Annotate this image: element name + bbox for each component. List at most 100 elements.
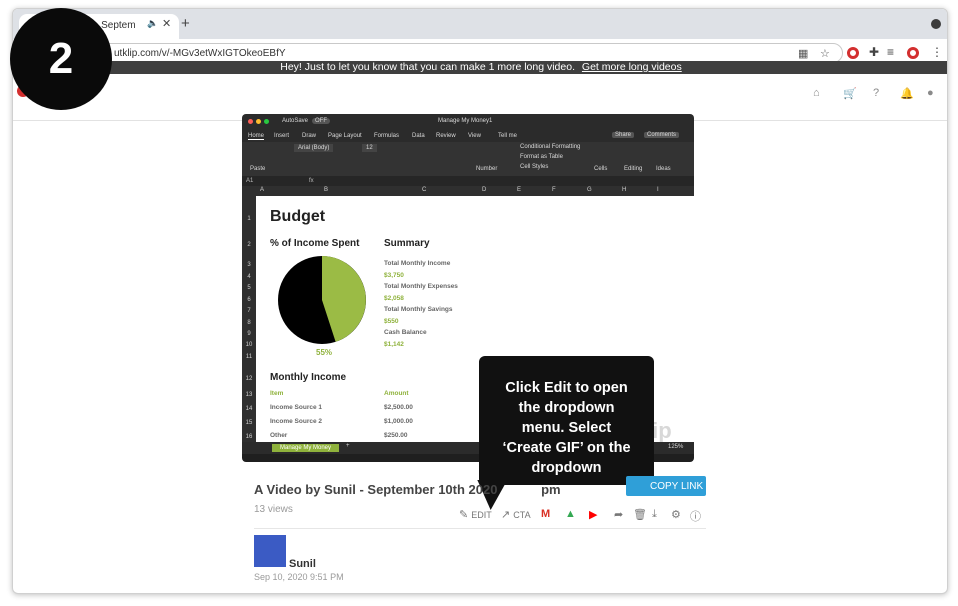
- ribbon-tab: Page Layout: [328, 133, 362, 139]
- tell-me: Tell me: [498, 133, 518, 139]
- row-number: 2: [247, 242, 251, 248]
- column-header: A: [260, 187, 265, 193]
- bookmark-star-icon[interactable]: ☆: [820, 47, 830, 60]
- summary-label: Total Monthly Savings: [384, 306, 453, 313]
- cells-label: Cells: [594, 166, 608, 172]
- column-header: F: [552, 187, 556, 193]
- format-as-table: Format as Table: [520, 154, 563, 160]
- table-header-amount: Amount: [384, 390, 409, 397]
- row-number: 3: [247, 262, 251, 268]
- video-title: A Video by Sunil - September 10th 2020 p…: [254, 482, 561, 497]
- tooltip-callout: Click Edit to open the dropdown menu. Se…: [479, 356, 654, 485]
- tooltip-line: Click Edit to open: [505, 380, 628, 396]
- pie-chart: [278, 256, 366, 344]
- column-header: G: [587, 187, 592, 193]
- youtube-icon[interactable]: ▶: [589, 508, 597, 521]
- font-size: 12: [362, 144, 377, 152]
- row-headers: 1 2 3 4 5 6 7 8 9 10 11 12 13 14 15 16: [242, 196, 256, 442]
- table-header-item: Item: [270, 390, 284, 397]
- extension-record-icon[interactable]: [847, 47, 859, 59]
- column-header: D: [482, 187, 487, 193]
- qr-code-icon[interactable]: ▦: [798, 47, 808, 60]
- speaker-icon[interactable]: 🔈: [147, 18, 158, 29]
- video-title-text: A Video by Sunil - September 10th 2020: [254, 482, 498, 497]
- address-bar[interactable]: utklip.com/v/-MGv3etWxIGTOkeoEBfY ▦ ☆: [73, 43, 843, 63]
- profile-avatar-icon[interactable]: [907, 47, 919, 59]
- banner-text: Hey! Just to let you know that you can m…: [280, 61, 575, 73]
- comments-button: Comments: [644, 132, 680, 138]
- download-icon[interactable]: ⤓: [652, 508, 657, 521]
- editing-label: Editing: [624, 166, 643, 172]
- tab-close-icon[interactable]: ✕: [162, 17, 171, 30]
- media-queue-icon[interactable]: ≡: [887, 45, 894, 59]
- excel-title-bar: AutoSave OFF Manage My Money1: [242, 114, 694, 130]
- home-icon[interactable]: ⌂: [813, 87, 820, 99]
- edit-label: EDIT: [471, 510, 492, 520]
- banner-link[interactable]: Get more long videos: [582, 61, 682, 73]
- monthly-income-heading: Monthly Income: [270, 372, 347, 383]
- copy-link-button[interactable]: COPY LINK: [626, 476, 706, 496]
- autosave-label: AutoSave: [282, 118, 309, 124]
- video-title-suffix: pm: [541, 482, 561, 497]
- summary-label: Total Monthly Expenses: [384, 283, 458, 290]
- close-dot-icon: [248, 119, 253, 124]
- minimize-dot-icon: [256, 119, 261, 124]
- font-name: Arial (Body): [294, 144, 334, 152]
- info-icon[interactable]: ⓘ: [690, 508, 701, 524]
- summary-value: $1,142: [384, 341, 404, 348]
- excel-ribbon-tabs: Home Insert Draw Page Layout Formulas Da…: [242, 130, 694, 142]
- add-sheet-icon: +: [346, 443, 350, 449]
- excel-ribbon: Paste Arial (Body) 12 Number Conditional…: [242, 142, 694, 176]
- cart-icon[interactable]: 🛒: [843, 87, 857, 100]
- view-count: 13 views: [254, 504, 293, 515]
- author-name[interactable]: Sunil: [289, 558, 316, 570]
- kebab-menu-icon[interactable]: ⋮: [931, 45, 943, 59]
- ribbon-tab: View: [468, 133, 481, 139]
- help-icon[interactable]: ?: [873, 87, 879, 99]
- income-amount: $250.00: [384, 432, 408, 439]
- cell-styles: Cell Styles: [520, 164, 549, 170]
- tab-bar: - Septem 🔈 ✕ +: [13, 9, 947, 39]
- share-icon[interactable]: ➦: [614, 508, 623, 521]
- tooltip-line: ‘Create GIF’ on the: [502, 440, 631, 456]
- maximize-dot-icon: [264, 119, 269, 124]
- puzzle-extensions-icon[interactable]: ✚: [869, 45, 879, 59]
- bell-icon[interactable]: 🔔: [900, 87, 914, 100]
- trash-icon[interactable]: 🗑: [633, 508, 647, 521]
- column-header: H: [622, 187, 627, 193]
- fx-label: fx: [309, 178, 314, 184]
- edit-button[interactable]: ✎ EDIT: [459, 508, 492, 521]
- step-number-badge: 2: [10, 8, 112, 110]
- gmail-icon[interactable]: M: [541, 508, 550, 520]
- new-tab-button[interactable]: +: [181, 15, 190, 32]
- user-icon[interactable]: ●: [927, 87, 934, 99]
- column-header: I: [657, 187, 659, 193]
- income-item: Income Source 2: [270, 418, 323, 425]
- column-header: E: [517, 187, 522, 193]
- ribbon-tab: Insert: [274, 133, 290, 139]
- income-item: Other: [270, 432, 288, 439]
- cta-label: CTA: [513, 510, 531, 520]
- summary-value: $550: [384, 318, 399, 325]
- zoom-level: 125%: [668, 444, 684, 450]
- cta-button[interactable]: ↗ CTA: [501, 508, 531, 521]
- tooltip-line: menu. Select: [521, 420, 612, 436]
- settings-gear-icon[interactable]: ⚙: [671, 508, 681, 521]
- row-number: 11: [245, 354, 253, 360]
- column-header: C: [422, 187, 427, 193]
- paste-label: Paste: [250, 166, 266, 172]
- row-number: 1: [247, 216, 251, 222]
- avatar[interactable]: [254, 535, 286, 567]
- row-number: 9: [247, 331, 251, 337]
- row-number: 7: [247, 308, 251, 314]
- column-headers: A B C D E F G H I: [242, 186, 694, 196]
- google-drive-icon[interactable]: ▲: [565, 508, 576, 520]
- budget-title: Budget: [270, 208, 326, 225]
- profile-menu-icon[interactable]: [931, 19, 941, 29]
- row-number: 10: [245, 342, 253, 348]
- autosave-toggle: OFF: [312, 118, 330, 124]
- row-number: 16: [245, 434, 253, 440]
- tooltip-line: dropdown: [531, 460, 602, 476]
- row-number: 8: [247, 320, 251, 326]
- ribbon-tab: Review: [436, 133, 456, 139]
